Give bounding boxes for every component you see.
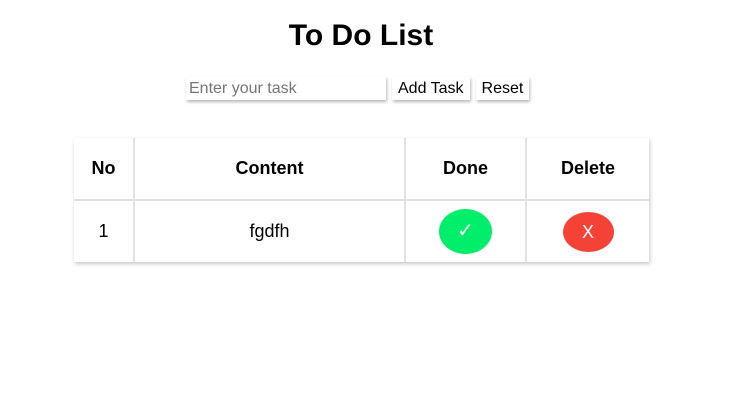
- task-controls: Add Task Reset: [186, 77, 530, 101]
- row-content: fgdfh: [133, 200, 405, 262]
- add-task-button[interactable]: Add Task: [392, 77, 470, 100]
- row-done-cell: ✓: [404, 200, 526, 262]
- table-row: 1 fgdfh ✓ X: [74, 200, 649, 262]
- row-number: 1: [98, 221, 109, 241]
- page-title: To Do List: [288, 19, 434, 52]
- table-header-row: No Content Done Delete: [74, 138, 649, 201]
- x-icon: X: [581, 221, 594, 242]
- task-input[interactable]: [186, 77, 386, 100]
- delete-button[interactable]: X: [562, 211, 614, 252]
- checkmark-icon: ✓: [457, 220, 474, 242]
- todo-table: No Content Done Delete 1 fgdfh ✓ X: [74, 138, 649, 262]
- header-content: Content: [133, 138, 405, 201]
- header-delete: Delete: [525, 138, 649, 201]
- header-done: Done: [404, 138, 526, 201]
- header-no: No: [74, 138, 134, 201]
- row-delete-cell: X: [525, 200, 649, 262]
- todo-page: To Do List Add Task Reset No Content Don…: [0, 0, 753, 410]
- done-button[interactable]: ✓: [439, 209, 492, 254]
- reset-button[interactable]: Reset: [475, 77, 530, 100]
